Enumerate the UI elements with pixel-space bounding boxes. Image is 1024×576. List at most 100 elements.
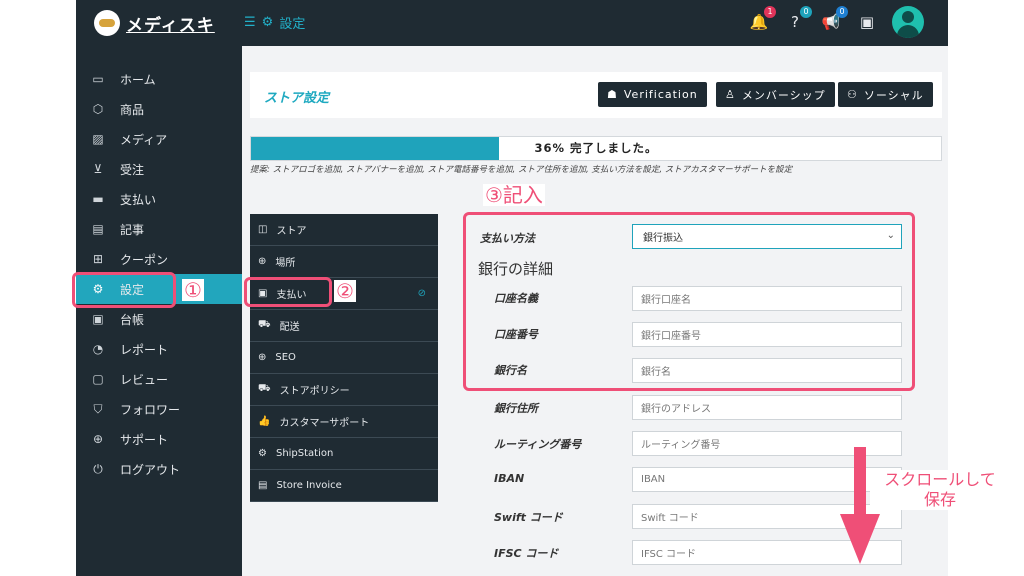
sidebar-item-payments[interactable]: ▬ 支払い	[76, 184, 242, 214]
completion-progress: 36% 完了しました。	[250, 136, 942, 161]
membership-button[interactable]: ♙ メンバーシップ	[716, 82, 835, 107]
megaphone-icon[interactable]: 📢 0	[820, 6, 848, 33]
logo-mark	[99, 19, 115, 27]
sidebar-item-coupons[interactable]: ⊞ クーポン	[76, 244, 242, 274]
cart-icon: ⊻	[93, 162, 103, 176]
sidebar-item-ledger[interactable]: ▣ 台帳	[76, 304, 242, 334]
bank-address-label: 銀行住所	[494, 402, 538, 415]
submenu-label: ストア	[276, 226, 307, 237]
scroll-instruction-line2: 保存	[923, 490, 956, 509]
sidebar-item-label: サポート	[120, 432, 169, 447]
monitor-icon: ▭	[92, 72, 104, 86]
submenu-label: ShipStation	[275, 448, 334, 459]
sidebar-item-label: クーポン	[120, 252, 169, 267]
cube-icon: ⬡	[92, 102, 104, 116]
power-icon: ⏻	[93, 461, 103, 476]
annotation-box-settings	[72, 272, 176, 308]
top-icons: 🔔 1 ? 0 📢 0 ▣	[748, 6, 924, 38]
sidebar-item-home[interactable]: ▭ ホーム	[76, 64, 242, 94]
sidebar-item-label: 支払い	[120, 192, 157, 207]
sidebar-item-followers[interactable]: ⛉ フォロワー	[76, 394, 242, 424]
money-icon: ▣	[92, 312, 104, 326]
annotation-box-payment	[244, 277, 332, 307]
bell-icon[interactable]: 🔔 1	[748, 6, 776, 33]
top-bar: メディスキ ☰ ⚙ 設定 🔔 1 ? 0 📢 0 ▣	[76, 0, 948, 46]
submenu-item-seo[interactable]: ⊕ SEO	[250, 342, 438, 374]
help-badge: 0	[800, 6, 812, 18]
submenu-item-shipping[interactable]: ⛟ 配送	[250, 310, 438, 342]
book-icon[interactable]: ▣	[856, 11, 878, 33]
submenu-item-store[interactable]: ◫ ストア	[250, 214, 438, 246]
scroll-arrow-head-icon	[840, 514, 880, 564]
ifsc-code-label: IFSC コード	[494, 547, 559, 560]
brand-name[interactable]: メディスキ	[126, 11, 215, 36]
button-label: Verification	[623, 88, 698, 101]
submenu-item-customer-support[interactable]: 👍 カスタマーサポート	[250, 406, 438, 438]
scroll-instruction-line1: スクロールして	[884, 470, 996, 489]
gears-icon: ⚙	[261, 15, 274, 30]
sidebar-item-reports[interactable]: ◔ レポート	[76, 334, 242, 364]
avatar[interactable]	[892, 6, 924, 38]
submenu-label: Store Invoice	[276, 480, 342, 491]
shirt-icon: ⛉	[93, 401, 103, 416]
submenu-label: ストアポリシー	[279, 386, 350, 397]
submenu-label: 場所	[275, 258, 296, 269]
submenu-item-store-invoice[interactable]: ▤ Store Invoice	[250, 470, 438, 502]
submenu-item-store-policy[interactable]: ⛟ ストアポリシー	[250, 374, 438, 406]
sidebar-item-orders[interactable]: ⊻ 受注	[76, 154, 242, 184]
hamburger-icon[interactable]: ☰	[244, 15, 256, 30]
sidebar-item-label: 商品	[120, 102, 145, 117]
bag-icon: ◫	[258, 224, 268, 235]
sidebar-item-support[interactable]: ⊕ サポート	[76, 424, 242, 454]
social-button[interactable]: ⚇ ソーシャル	[838, 82, 933, 107]
scroll-instruction: スクロールして 保存	[870, 470, 1010, 510]
announce-badge: 0	[836, 6, 848, 18]
globe-icon: ⊕	[258, 352, 267, 363]
submenu-label: SEO	[275, 352, 296, 363]
submenu-item-shipstation[interactable]: ⚙ ShipStation	[250, 438, 438, 470]
progress-text: 36% 完了しました。	[534, 141, 658, 155]
sidebar: ▭ ホーム ⬡ 商品 ▨ メディア ⊻ 受注 ▬ 支払い ▤ 記事 ⊞ クーポン ⚙ 設定 ▣ 台…	[76, 46, 242, 576]
submenu-label: カスタマーサポート	[279, 418, 370, 429]
suggestion-text: 提案: ストアロゴを追加, ストアバナーを追加, ストア電話番号を追加, ストア…	[250, 165, 793, 175]
user-plus-icon: ♙	[725, 88, 736, 101]
logo[interactable]	[94, 10, 120, 36]
sidebar-item-media[interactable]: ▨ メディア	[76, 124, 242, 154]
sidebar-item-label: ログアウト	[120, 462, 181, 477]
globe-icon: ⊕	[258, 256, 267, 267]
sidebar-item-label: フォロワー	[120, 402, 181, 417]
sidebar-item-label: 記事	[120, 222, 145, 237]
swift-code-label: Swift コード	[494, 511, 563, 524]
store-settings-header: ストア設定 ☗ Verification ♙ メンバーシップ ⚇ ソーシャル	[250, 72, 942, 118]
help-icon[interactable]: ? 0	[784, 6, 812, 33]
sidebar-item-reviews[interactable]: ▢ レビュー	[76, 364, 242, 394]
annotation-box-bank-fields	[463, 212, 915, 391]
file-icon: ▤	[258, 480, 268, 491]
users-icon: ⚇	[847, 88, 858, 101]
chart-icon: ◔	[92, 342, 104, 356]
bank-address-input[interactable]: 銀行のアドレス	[632, 395, 902, 420]
globe-icon: ⊕	[92, 432, 104, 446]
annotation-step-1: ①	[182, 278, 204, 302]
breadcrumb-current: 設定	[279, 17, 306, 32]
breadcrumb: ☰ ⚙ 設定	[244, 13, 305, 32]
sidebar-item-label: レポート	[120, 342, 169, 357]
button-label: メンバーシップ	[741, 88, 826, 102]
truck-icon: ⛟	[258, 383, 271, 394]
iban-label: IBAN	[494, 472, 525, 485]
sidebar-item-logout[interactable]: ⏻ ログアウト	[76, 454, 242, 484]
sidebar-item-products[interactable]: ⬡ 商品	[76, 94, 242, 124]
thumbs-up-icon: 👍	[258, 416, 271, 427]
annotation-step-2: ②	[334, 279, 356, 303]
comment-icon: ▢	[92, 372, 104, 386]
routing-number-label: ルーティング番号	[494, 438, 582, 451]
submenu-item-location[interactable]: ⊕ 場所	[250, 246, 438, 278]
sidebar-item-articles[interactable]: ▤ 記事	[76, 214, 242, 244]
sidebar-item-label: メディア	[120, 132, 168, 147]
check-circle-icon: ⊘	[417, 288, 426, 299]
page-title: ストア設定	[264, 91, 330, 106]
sidebar-item-label: 受注	[120, 162, 145, 177]
gift-icon: ⊞	[92, 252, 104, 266]
verification-button[interactable]: ☗ Verification	[598, 82, 707, 107]
notification-badge: 1	[764, 6, 776, 18]
